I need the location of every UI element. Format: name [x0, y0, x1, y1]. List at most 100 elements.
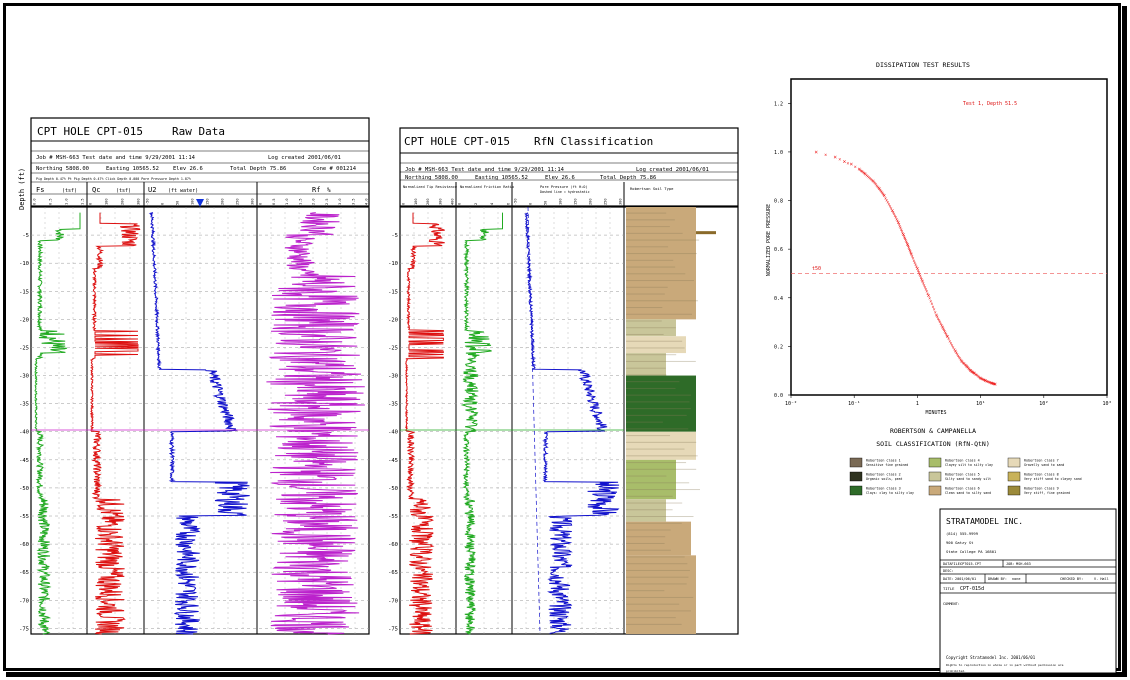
soil-texture	[626, 441, 697, 443]
depth-tick-label: -70	[19, 598, 29, 604]
legend-class-name: Robertson class 5	[945, 473, 980, 477]
soil-texture	[626, 522, 682, 524]
track-tick-label: 150	[574, 199, 578, 206]
data-point: ×	[824, 152, 827, 158]
soil-texture	[626, 623, 682, 625]
soil-texture	[626, 448, 685, 450]
legend-swatch	[928, 471, 942, 482]
track-tick-label: 200	[426, 199, 430, 206]
soil-texture	[626, 428, 689, 430]
fs-unit: (tsf)	[62, 188, 77, 194]
track-tick-label: 0.5	[49, 199, 53, 206]
track-tick-label: 3.5	[351, 199, 355, 206]
t50-label: t50	[812, 266, 821, 272]
chart-plot-area	[790, 78, 1108, 396]
track-tick-label: 0.5	[272, 199, 276, 206]
soil-texture	[626, 549, 671, 551]
y-tick-label: 1.2	[774, 101, 783, 107]
class-depth-tick-labels: -5 -10 -15 -20 -25 -30 -35 -40 -45 -50 -55 -60 -65 -7…	[388, 233, 398, 632]
copyright: Copyright Stratamodel Inc. 2001/06/01	[946, 655, 1036, 660]
soil-texture	[626, 414, 687, 416]
depth-tick-label: -50	[19, 486, 29, 492]
depth-tick-label: -35	[19, 402, 29, 408]
soil-texture	[626, 387, 676, 389]
soil-texture	[626, 232, 683, 234]
legend-items: Robertson class 1Sensitive fine grained R…	[849, 457, 1082, 496]
class-northing: Northing 5808.00	[405, 175, 458, 181]
col3-subheader: Dashed line = hydrostatic	[540, 190, 590, 194]
qc-unit: (tsf)	[116, 188, 131, 194]
track-tick-label: -50	[146, 199, 150, 206]
depth-tick-label: -45	[19, 458, 29, 464]
track-tick-label: 100	[191, 199, 195, 206]
track-tick-label: 2.5	[325, 199, 329, 206]
class-easting: Easting 10565.52	[475, 175, 528, 181]
depth-tick-label: -15	[19, 289, 29, 295]
desc-label: DESC:	[943, 569, 954, 573]
soil-texture	[626, 340, 683, 342]
soil-texture	[626, 475, 667, 477]
depth-tick-label: -40	[19, 430, 29, 436]
legend-class-name: Robertson class 7	[1024, 459, 1059, 463]
soil-texture	[626, 394, 692, 396]
soil-texture	[626, 354, 677, 356]
soil-layer	[626, 336, 686, 354]
y-tick-label: 1.0	[774, 150, 783, 156]
fs-curve	[34, 212, 81, 635]
soil-texture	[626, 246, 669, 248]
col3-header: Pore Pressure (ft H₂O)	[540, 185, 588, 189]
raw-depth-tick-labels: -5 -10 -15 -20 -25 -30 -35 -40 -45 -50 -55 -60 -65 -7…	[19, 233, 29, 632]
chart-ylabel: NORMALIZED PORE PRESSURE	[766, 204, 772, 276]
legend-class-desc: Very stiff sand to clayey sand	[1024, 477, 1082, 481]
data-point: ×	[814, 149, 818, 156]
soil-texture	[626, 239, 700, 241]
soil-texture	[626, 266, 676, 268]
col1-header: Normalized Tip Resistance	[403, 185, 457, 189]
soil-texture	[626, 280, 694, 282]
chart-annotation: Test 1, Depth 51.5	[963, 101, 1017, 107]
track-tick-label: 100	[414, 199, 418, 206]
track-tick-label: 3.0	[338, 199, 342, 206]
track-tick-label: 2.0	[312, 199, 316, 206]
legend-class-desc: Very stiff, fine grained	[1024, 491, 1070, 495]
depth-tick-label: -65	[388, 570, 398, 576]
soil-texture	[626, 408, 691, 410]
col2-header: Normalized Friction Ratio	[460, 185, 514, 189]
legend-class-desc: Sensitive fine grained	[866, 463, 908, 467]
frn-curve	[460, 212, 503, 635]
soil-texture	[626, 455, 698, 457]
track-tick-label: 300	[438, 199, 442, 206]
legend-swatch	[1007, 485, 1021, 496]
track-tick-label: 0	[529, 203, 533, 205]
checked-value: V. Hall	[1094, 577, 1109, 581]
raw-elev: Elev 26.6	[173, 166, 203, 172]
soil-texture	[626, 563, 688, 565]
raw-northing: Northing 5808.00	[36, 166, 89, 172]
data-point: ×	[833, 154, 837, 161]
depth-tick-label: -25	[19, 345, 29, 351]
datafile-value: CPT015.CPT	[960, 562, 982, 566]
data-point: ×	[854, 165, 857, 171]
depth-tick-label: -65	[19, 570, 29, 576]
legend-class-desc: Clean sand to silty sand	[945, 491, 991, 495]
soil-texture	[626, 293, 665, 295]
class-title: CPT HOLE CPT-015	[404, 135, 510, 148]
soil-texture	[626, 462, 687, 464]
class-subtitle: RfN Classification	[534, 135, 653, 148]
soil-texture	[626, 529, 671, 531]
soil-texture	[626, 516, 694, 518]
y-tick-label: 0.8	[774, 199, 783, 205]
track-tick-label: 1.0	[285, 199, 289, 206]
soil-legend: ROBERTSON & CAMPANELLA SOIL CLASSIFICATI…	[849, 427, 1082, 496]
pore-pressure-curve	[524, 212, 620, 635]
track-tick-label: 200	[221, 199, 225, 206]
soil-texture	[626, 347, 685, 349]
depth-tick-label: -15	[388, 289, 398, 295]
depth-tick-label: -5	[391, 233, 398, 239]
company-name: STRATAMODEL INC.	[946, 517, 1023, 526]
x-tick-label: 10⁻¹	[848, 401, 860, 407]
x-tick-label: 10²	[1039, 401, 1048, 407]
date-value: 2001/06/01	[955, 577, 976, 581]
depth-tick-label: -75	[19, 626, 29, 632]
soil-texture	[626, 327, 676, 329]
